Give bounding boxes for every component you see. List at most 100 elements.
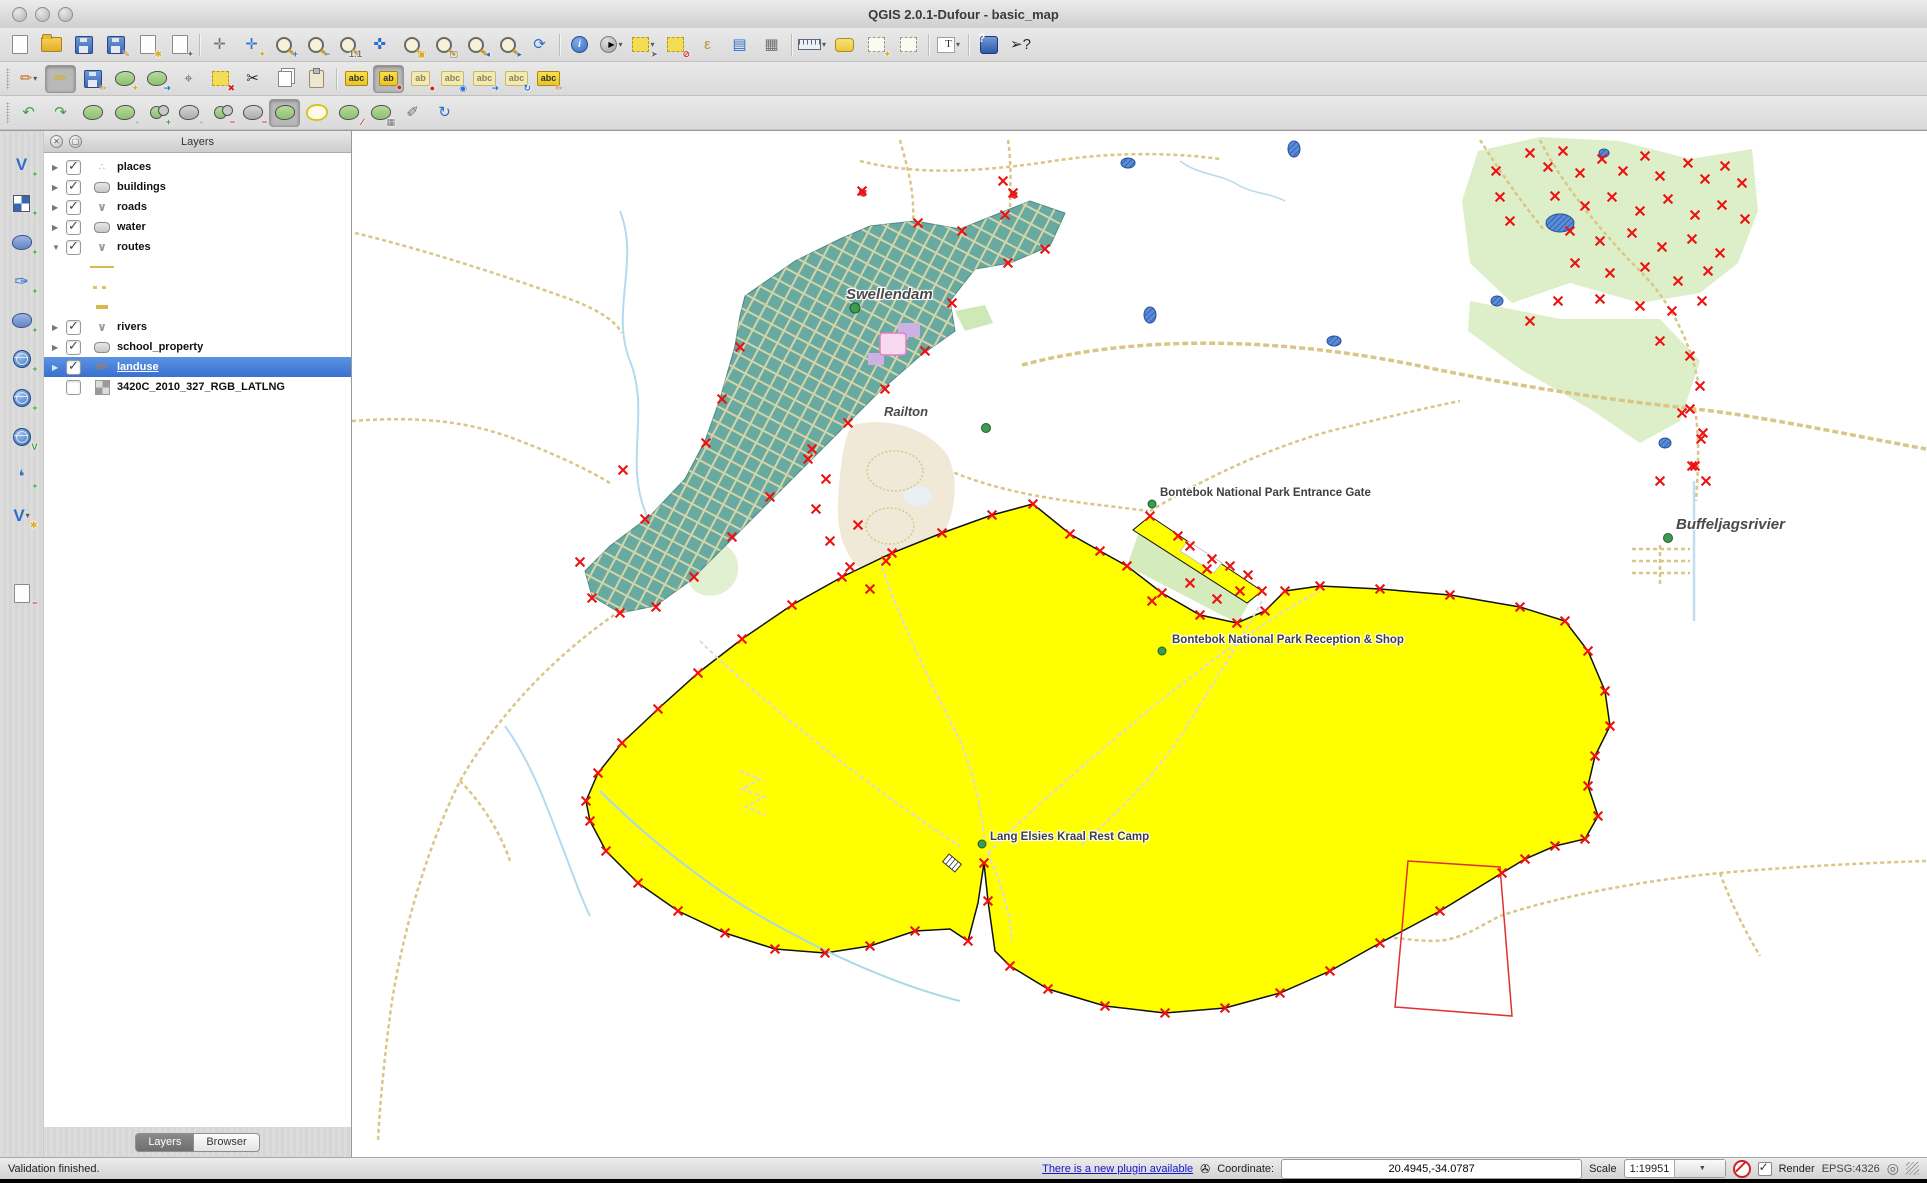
legend-routes-dash[interactable] — [44, 297, 351, 317]
fill-ring-button[interactable]: ◦ — [173, 99, 204, 127]
tab-layers[interactable]: Layers — [135, 1133, 193, 1152]
zoom-to-selection-button[interactable]: ▣ — [396, 31, 427, 59]
plugin-icon[interactable]: ✇ — [1200, 1162, 1210, 1176]
layer-visibility-checkbox[interactable] — [66, 240, 81, 255]
reshape-features-button[interactable] — [269, 99, 300, 127]
add-delimited-text-layer-button[interactable]: ❛ + — [5, 461, 39, 491]
add-wfs-layer-button[interactable]: V — [5, 422, 39, 452]
highlight-pinned-labels-button[interactable]: ab ● — [405, 65, 436, 93]
add-part-button[interactable]: + — [141, 99, 172, 127]
layer-item-water[interactable]: ▶ water — [44, 217, 351, 237]
redo-button[interactable]: ↷ — [45, 99, 76, 127]
undo-button[interactable]: ↶ — [13, 99, 44, 127]
offset-curve-button[interactable] — [301, 99, 332, 127]
expand-arrow[interactable]: ▶ — [52, 163, 66, 172]
split-parts-button[interactable]: ▦ — [365, 99, 396, 127]
toggle-editing-button[interactable]: ✏ — [45, 65, 76, 93]
new-bookmark-button[interactable]: ✦ — [861, 31, 892, 59]
paste-features-button[interactable] — [301, 65, 332, 93]
stop-render-icon[interactable] — [1733, 1160, 1751, 1178]
chevron-down-icon[interactable]: ▼ — [1674, 1160, 1725, 1177]
delete-ring-button[interactable]: − — [205, 99, 236, 127]
identify-features-button[interactable]: i — [564, 31, 595, 59]
deselect-features-button[interactable]: ⊘ — [660, 31, 691, 59]
field-calculator-button[interactable]: ▦ — [756, 31, 787, 59]
expand-arrow[interactable]: ▶ — [52, 223, 66, 232]
expand-arrow[interactable]: ▶ — [52, 323, 66, 332]
expand-arrow[interactable]: ▶ — [52, 203, 66, 212]
layer-item-places[interactable]: ▶ places — [44, 157, 351, 177]
legend-routes-solid[interactable] — [44, 257, 351, 277]
layer-visibility-checkbox[interactable] — [66, 220, 81, 235]
move-feature-button[interactable]: ➜ — [141, 65, 172, 93]
title-bar[interactable]: QGIS 2.0.1-Dufour - basic_map — [0, 0, 1927, 29]
layer-item-routes[interactable]: ▼ routes — [44, 237, 351, 257]
run-feature-action-button[interactable]: ▶ ▾ — [596, 31, 627, 59]
layer-item-raster[interactable]: 3420C_2010_327_RGB_LATLNG — [44, 377, 351, 397]
resize-grip[interactable] — [1906, 1162, 1919, 1175]
show-hide-labels-button[interactable]: abc ◉ — [437, 65, 468, 93]
crs-globe-icon[interactable]: ◎ — [1887, 1160, 1899, 1177]
plugin-available-link[interactable]: There is a new plugin available — [1042, 1163, 1193, 1175]
change-label-button[interactable]: abc ✏ — [533, 65, 564, 93]
save-project-as-button[interactable]: ✎ — [100, 31, 131, 59]
coordinate-input[interactable] — [1281, 1159, 1582, 1179]
new-shapefile-layer-button[interactable]: V ✱ ▾ — [5, 500, 39, 530]
add-mssql-layer-button[interactable]: + — [5, 305, 39, 335]
layer-visibility-checkbox[interactable] — [66, 160, 81, 175]
help-button[interactable]: ? — [973, 31, 1004, 59]
save-layer-edits-button[interactable]: ✏ — [77, 65, 108, 93]
layer-item-school-property[interactable]: ▶ school_property — [44, 337, 351, 357]
open-project-button[interactable] — [36, 31, 67, 59]
zoom-last-button[interactable]: ◂ — [460, 31, 491, 59]
node-tool-button[interactable]: ⌖ — [173, 65, 204, 93]
add-wcs-layer-button[interactable]: + — [5, 383, 39, 413]
rotate-label-button[interactable]: abc ↻ — [501, 65, 532, 93]
new-project-button[interactable] — [4, 31, 35, 59]
tab-browser[interactable]: Browser — [193, 1133, 259, 1152]
delete-selected-button[interactable]: ✖ — [205, 65, 236, 93]
copy-features-button[interactable] — [269, 65, 300, 93]
pin-labels-button[interactable]: ab ● — [373, 65, 404, 93]
render-checkbox[interactable] — [1758, 1162, 1772, 1176]
layer-visibility-checkbox[interactable] — [66, 180, 81, 195]
zoom-in-button[interactable]: + — [268, 31, 299, 59]
pan-to-selection-button[interactable]: ✛ ✦ — [236, 31, 267, 59]
zoom-to-layer-button[interactable]: ▢ — [428, 31, 459, 59]
add-wms-layer-button[interactable]: + — [5, 344, 39, 374]
merge-features-button[interactable]: ✐ — [397, 99, 428, 127]
layer-visibility-checkbox[interactable] — [66, 380, 81, 395]
expand-arrow[interactable]: ▼ — [52, 243, 66, 252]
select-by-expression-button[interactable]: ε — [692, 31, 723, 59]
zoom-full-button[interactable]: ✜ — [364, 31, 395, 59]
simplify-feature-button[interactable] — [77, 99, 108, 127]
zoom-next-button[interactable]: ▸ — [492, 31, 523, 59]
show-bookmarks-button[interactable] — [893, 31, 924, 59]
composer-manager-button[interactable]: ✦ — [164, 31, 195, 59]
add-raster-layer-button[interactable]: + — [5, 188, 39, 218]
expand-arrow[interactable]: ▶ — [52, 363, 66, 372]
zoom-native-button[interactable]: 1:1 — [332, 31, 363, 59]
legend-routes-dots[interactable] — [44, 277, 351, 297]
refresh-button[interactable]: ⟳ — [524, 31, 555, 59]
add-vector-layer-button[interactable]: V + — [5, 149, 39, 179]
layer-item-buildings[interactable]: ▶ buildings — [44, 177, 351, 197]
expand-arrow[interactable]: ▶ — [52, 343, 66, 352]
delete-part-button[interactable]: − — [237, 99, 268, 127]
new-composer-button[interactable]: ✱ — [132, 31, 163, 59]
layer-item-rivers[interactable]: ▶ rivers — [44, 317, 351, 337]
add-spatialite-layer-button[interactable]: ✑ + — [5, 266, 39, 296]
open-attribute-table-button[interactable]: ▤ — [724, 31, 755, 59]
measure-button[interactable]: ▾ — [796, 31, 828, 59]
remove-layer-button[interactable]: − — [5, 578, 39, 608]
labeling-options-button[interactable]: abc — [341, 65, 372, 93]
zoom-out-button[interactable]: − — [300, 31, 331, 59]
add-postgis-layer-button[interactable]: + — [5, 227, 39, 257]
current-edits-button[interactable]: ✏ ▾ — [13, 65, 44, 93]
cut-features-button[interactable]: ✂ — [237, 65, 268, 93]
move-label-button[interactable]: abc ➜ — [469, 65, 500, 93]
whats-this-button[interactable]: ➢? — [1005, 31, 1036, 59]
layer-visibility-checkbox[interactable] — [66, 200, 81, 215]
map-tips-button[interactable] — [829, 31, 860, 59]
rotate-point-symbols-button[interactable]: ↻ — [429, 99, 460, 127]
